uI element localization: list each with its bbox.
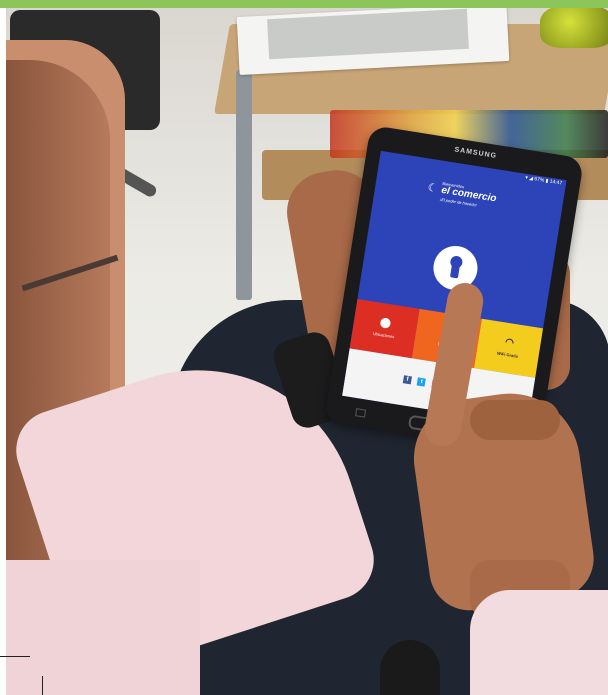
- status-bar: ▾ ◢ 67% ▮ 14:47: [524, 174, 563, 187]
- right-shirt-cuff: [470, 590, 608, 695]
- crop-mark-vertical: [42, 676, 43, 695]
- pink-shirt-body: [0, 560, 200, 695]
- right-hand-knuckles: [470, 400, 560, 440]
- green-top-bar: [0, 0, 608, 8]
- photo-scene: SAMSUNG ▾ ◢ 67% ▮ 14:47 ☾ Bienvenidos el…: [0, 0, 608, 695]
- crop-mark-horizontal: [0, 656, 30, 657]
- shoe: [380, 640, 440, 695]
- yellow-helmet: [540, 4, 608, 48]
- app-logo: ☾ Bienvenidos el comercio ¡El poder de h…: [426, 179, 528, 208]
- keyhole-stem: [449, 263, 461, 279]
- back-key-icon[interactable]: [355, 408, 367, 418]
- left-white-border: [0, 8, 6, 695]
- table-leg: [236, 70, 252, 300]
- twitter-icon[interactable]: t: [417, 377, 427, 387]
- logo-mark-icon: ☾: [426, 181, 439, 196]
- facebook-icon[interactable]: f: [402, 375, 412, 385]
